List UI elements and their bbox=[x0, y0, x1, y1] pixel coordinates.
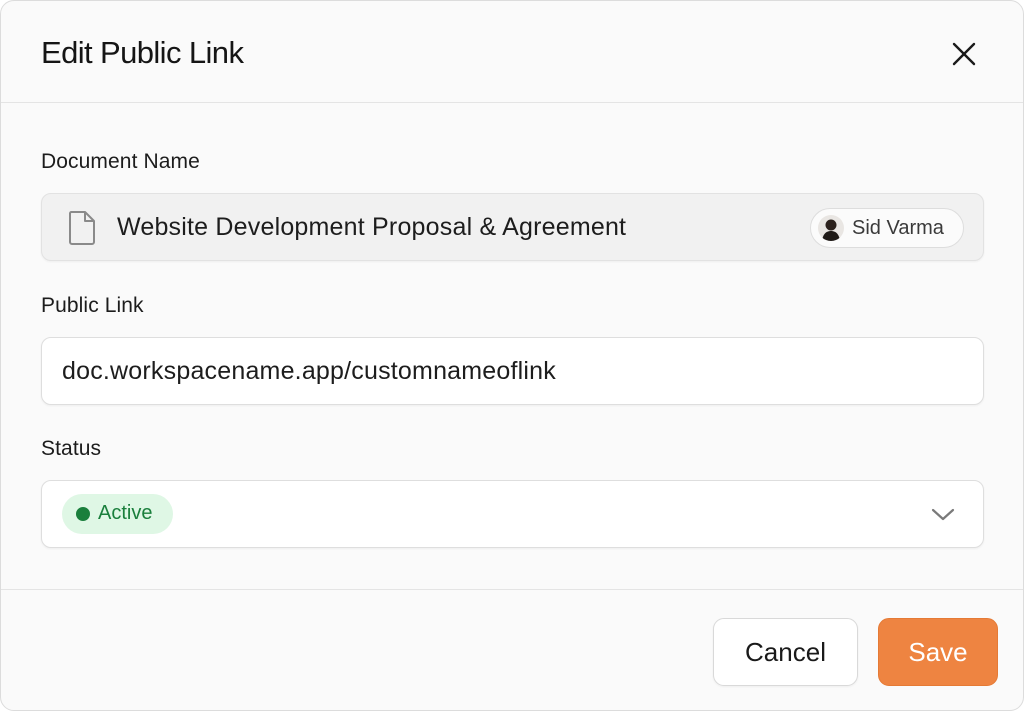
chevron-down-icon bbox=[931, 508, 955, 521]
close-button[interactable] bbox=[947, 37, 981, 71]
status-badge: Active bbox=[62, 494, 173, 534]
dialog-header: Edit Public Link bbox=[1, 1, 1023, 103]
edit-public-link-dialog: Edit Public Link Document Name Website D… bbox=[0, 0, 1024, 711]
public-link-value: doc.workspacename.app/customnameoflink bbox=[62, 357, 556, 385]
status-select[interactable]: Active bbox=[41, 480, 984, 548]
owner-name: Sid Varma bbox=[852, 217, 944, 239]
cancel-button[interactable]: Cancel bbox=[713, 618, 858, 686]
document-name-label: Document Name bbox=[41, 150, 200, 173]
status-value: Active bbox=[98, 502, 153, 524]
owner-chip: Sid Varma bbox=[810, 208, 964, 248]
close-icon bbox=[952, 42, 976, 66]
save-button[interactable]: Save bbox=[878, 618, 998, 686]
status-label: Status bbox=[41, 437, 102, 460]
dialog-title: Edit Public Link bbox=[41, 35, 244, 70]
status-indicator-dot bbox=[76, 507, 90, 521]
document-name-value: Website Development Proposal & Agreement bbox=[117, 213, 627, 241]
document-icon bbox=[68, 211, 95, 245]
avatar bbox=[818, 215, 844, 241]
public-link-input[interactable]: doc.workspacename.app/customnameoflink bbox=[41, 337, 984, 405]
public-link-label: Public Link bbox=[41, 294, 144, 317]
dialog-footer: Cancel Save bbox=[1, 589, 1023, 710]
document-name-field: Website Development Proposal & Agreement… bbox=[41, 193, 984, 261]
